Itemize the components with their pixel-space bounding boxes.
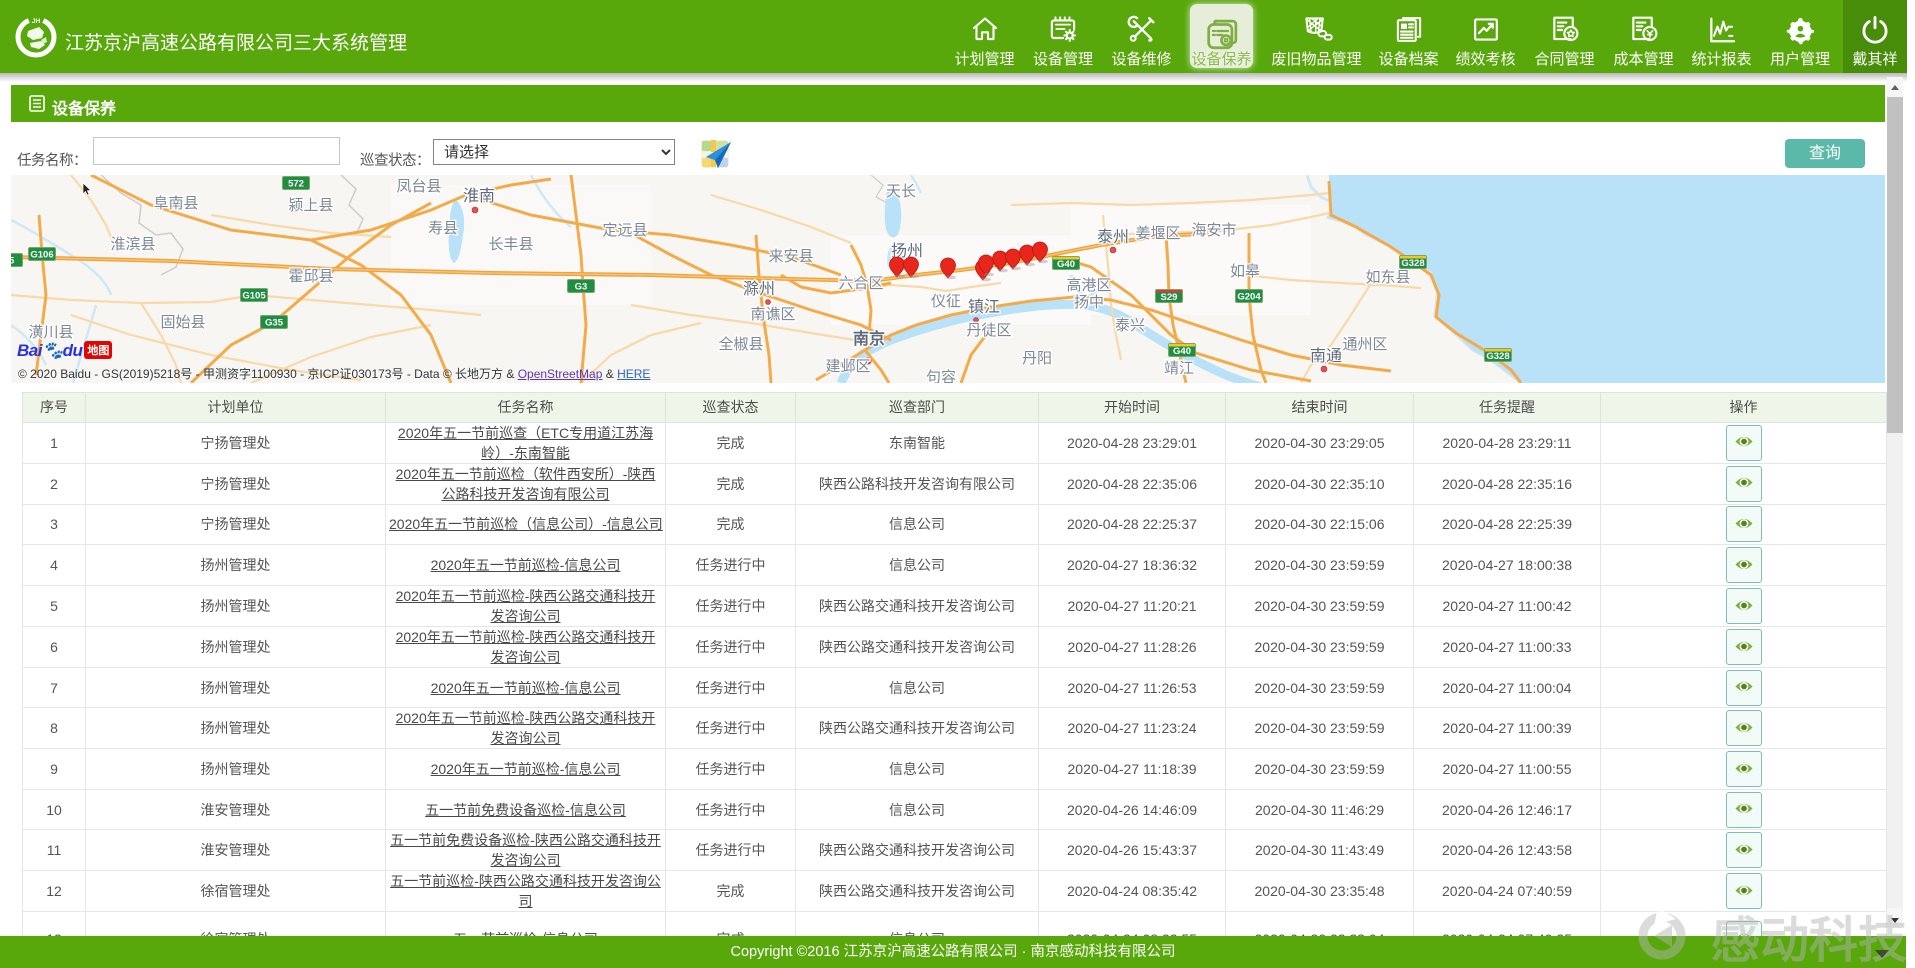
svg-text:海安市: 海安市 <box>1191 222 1236 239</box>
svg-text:淮滨县: 淮滨县 <box>110 236 155 253</box>
svg-text:G204: G204 <box>1237 292 1261 303</box>
svg-text:S29: S29 <box>1161 292 1178 303</box>
svg-text:凤台县: 凤台县 <box>396 178 441 195</box>
svg-text:霍邱县: 霍邱县 <box>288 268 333 285</box>
svg-text:仪征: 仪征 <box>931 293 961 310</box>
svg-text:滁州: 滁州 <box>743 280 775 298</box>
svg-text:扬中: 扬中 <box>1074 294 1104 311</box>
svg-text:定远县: 定远县 <box>602 222 647 239</box>
svg-text:丹阳: 丹阳 <box>1022 350 1052 367</box>
svg-text:高港区: 高港区 <box>1066 277 1111 294</box>
svg-text:通州区: 通州区 <box>1342 336 1387 353</box>
svg-text:G35: G35 <box>265 318 284 329</box>
svg-text:姜堰区: 姜堰区 <box>1135 225 1180 242</box>
svg-text:建邺区: 建邺区 <box>825 358 870 375</box>
svg-text:G40: G40 <box>1057 259 1075 270</box>
svg-text:寿县: 寿县 <box>428 220 458 237</box>
svg-text:G328: G328 <box>1401 258 1424 269</box>
svg-text:潢川县: 潢川县 <box>28 324 73 341</box>
svg-text:长丰县: 长丰县 <box>488 236 533 253</box>
svg-text:淮南: 淮南 <box>463 187 495 205</box>
svg-text:如东县: 如东县 <box>1365 269 1410 286</box>
svg-text:南通: 南通 <box>1310 347 1342 365</box>
svg-text:G40: G40 <box>1173 346 1191 357</box>
svg-text:G106: G106 <box>30 250 53 261</box>
svg-text:天长: 天长 <box>886 183 916 200</box>
svg-text:572: 572 <box>288 179 304 190</box>
svg-text:镇江: 镇江 <box>968 298 1000 316</box>
svg-text:靖江: 靖江 <box>1164 360 1194 377</box>
svg-text:G3: G3 <box>575 282 588 293</box>
svg-text:六合区: 六合区 <box>838 275 883 292</box>
svg-text:阜南县: 阜南县 <box>153 195 198 212</box>
svg-text:丹徒区: 丹徒区 <box>966 322 1011 339</box>
svg-text:颍上县: 颍上县 <box>288 197 333 214</box>
svg-text:如皋: 如皋 <box>1230 263 1260 280</box>
svg-text:句容: 句容 <box>926 369 956 383</box>
svg-text:泰州: 泰州 <box>1097 228 1129 246</box>
svg-text:泰兴: 泰兴 <box>1115 317 1145 334</box>
svg-text:南京: 南京 <box>853 329 885 348</box>
svg-text:固始县: 固始县 <box>160 314 205 331</box>
svg-text:南谯区: 南谯区 <box>750 306 795 323</box>
svg-text:G328: G328 <box>1486 351 1509 362</box>
svg-text:来安县: 来安县 <box>768 248 813 265</box>
svg-text:JH: JH <box>32 18 41 25</box>
svg-text:全椒县: 全椒县 <box>718 335 763 353</box>
svg-text:G105: G105 <box>242 291 266 302</box>
